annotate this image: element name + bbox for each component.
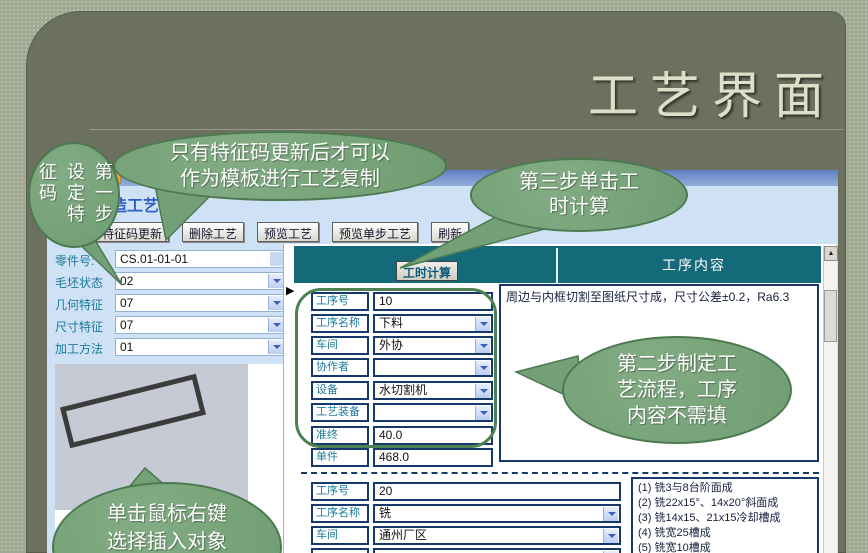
op-content-box-2[interactable]: (1) 铣3与8台阶面成 (2) 铣22x15°、14x20°斜面成 (3) 铣… [631,477,819,553]
chevron-down-icon[interactable] [603,507,618,521]
scrollbar-thumb[interactable] [824,290,837,342]
preview-step-button[interactable]: 预览单步工艺 [332,222,418,242]
part-no-label: 零件号: [55,252,94,269]
size-feature-select[interactable]: 07 [115,316,285,334]
unit-time-label: 单件 [311,448,369,467]
refresh-button[interactable]: 刷新 [431,222,469,242]
callout-text: 只有特征码更新后才可以 [170,140,390,166]
content-line: (3) 铣14x15、21x15冷却槽成 [638,511,812,526]
callout-text: 第二步制定工 [617,351,737,377]
callout-step3: 第三步单击工 时计算 [470,158,688,232]
unit-time-value: 468.0 [379,450,409,464]
chevron-down-icon[interactable] [268,318,283,332]
workshop-select-2[interactable]: 通州厂区 [373,526,621,545]
section-separator [301,472,819,474]
callout-text: 作为模板进行工艺复制 [180,166,380,192]
content-line: (5) 铣宽10槽成 [638,541,812,553]
op-no-input-2[interactable]: 20 [373,482,621,501]
op-no-label-2: 工序号 [311,482,369,501]
blank-state-value: 02 [120,274,133,288]
content-line: (1) 铣3与8台阶面成 [638,481,812,496]
partner-select-2[interactable] [373,548,621,553]
callout-text: 第三步单击工 [519,170,639,195]
machining-method-select[interactable]: 01 [115,338,285,356]
blank-state-label: 毛坯状态 [55,274,103,291]
callout-step2: 第二步制定工 艺流程，工序 内容不需填 [562,336,792,444]
op-name-select-2[interactable]: 铣 [373,504,621,523]
row-marker-icon: ▶ [286,284,294,297]
blank-state-select[interactable]: 02 [115,272,285,290]
scrollbar[interactable]: ▲ [823,246,837,553]
callout-text: 艺流程，工序 [617,377,737,403]
callout-text: 选择插入对象 [107,528,227,553]
callout-step1-text: 第一步设定特征码 [32,162,116,228]
slide: 工艺界面 艺系统 制造工艺流 特征码更新 删除工艺 预览工艺 预览单步工艺 刷新… [0,0,868,553]
process-panel-header: 工时计算 工序内容 [294,246,821,283]
workshop-value-2: 通州厂区 [379,528,427,542]
callout-text: 内容不需填 [627,403,727,429]
content-line: (2) 铣22x15°、14x20°斜面成 [638,496,812,511]
partner-label-2 [311,548,369,553]
chevron-down-icon[interactable] [603,529,618,543]
part-no-value: CS.01-01-01 [120,252,188,266]
work-hours-calc-button[interactable]: 工时计算 [396,261,458,281]
input-scroll-block [270,252,283,266]
op-name-label-2: 工序名称 [311,504,369,523]
machining-method-label: 加工方法 [55,340,103,357]
content-line: (4) 铣宽25槽成 [638,526,812,541]
callout-step1: 第一步设定特征码 [28,142,120,248]
workshop-label-2: 车间 [311,526,369,545]
chevron-down-icon[interactable] [268,274,283,288]
part-outline-shape [60,374,206,449]
delete-process-button[interactable]: 删除工艺 [182,222,244,242]
callout-text: 时计算 [549,195,609,220]
op-no-value-2: 20 [379,484,392,498]
op-name-value-2: 铣 [379,506,391,520]
geometry-feature-label: 几何特征 [55,296,103,313]
callout-text: 单击鼠标右键 [107,500,227,528]
scroll-up-icon[interactable]: ▲ [824,246,838,261]
header-divider [556,248,558,285]
page-title: 工艺界面 [588,56,836,128]
chevron-down-icon[interactable] [268,296,283,310]
chevron-down-icon[interactable] [268,340,283,354]
highlight-ring [295,288,497,448]
size-feature-value: 07 [120,318,133,332]
preview-process-button[interactable]: 预览工艺 [257,222,319,242]
callout-template-note: 只有特征码更新后才可以 作为模板进行工艺复制 [113,131,447,201]
size-feature-label: 尺寸特征 [55,318,103,335]
content-column-header: 工序内容 [574,255,814,275]
toolbar: 特征码更新 删除工艺 预览工艺 预览单步工艺 刷新 [95,222,469,242]
part-no-input[interactable]: CS.01-01-01 [115,250,285,268]
machining-method-value: 01 [120,340,133,354]
geometry-feature-select[interactable]: 07 [115,294,285,312]
title-divider [90,129,843,130]
unit-time-input[interactable]: 468.0 [373,448,493,467]
geometry-feature-value: 07 [120,296,133,310]
